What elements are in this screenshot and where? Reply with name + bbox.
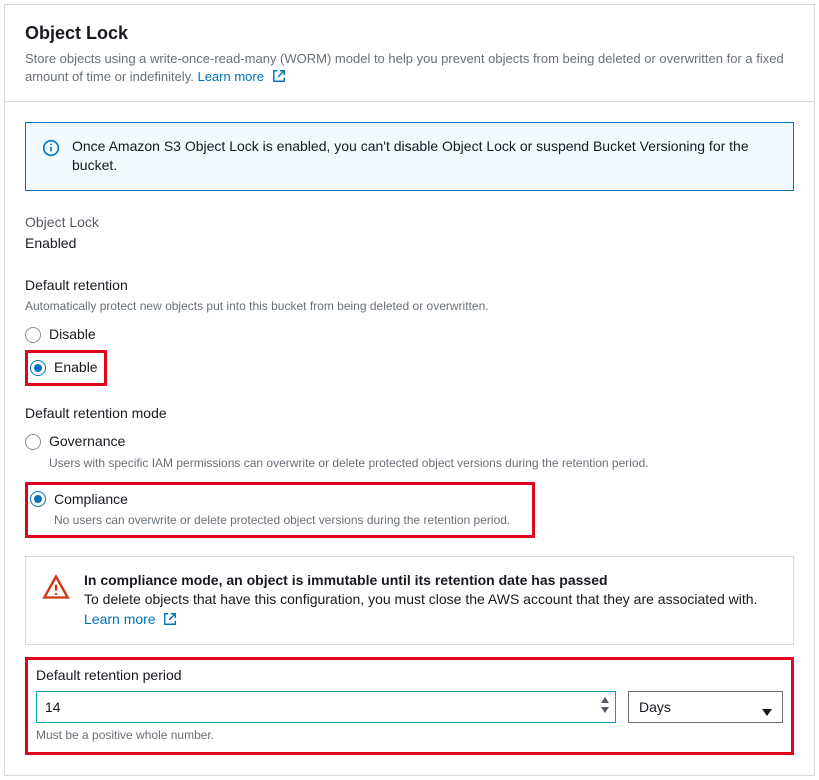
warning-icon xyxy=(42,573,70,601)
learn-more-link[interactable]: Learn more xyxy=(197,69,285,84)
retention-period-unit-value: Days xyxy=(639,699,671,715)
status-value: Enabled xyxy=(25,234,794,254)
radio-retention-disable[interactable]: Disable xyxy=(25,322,794,348)
highlight-retention-period: Default retention period Days Must be a … xyxy=(25,657,794,755)
retention-period-hint: Must be a positive whole number. xyxy=(36,727,783,744)
chevron-down-icon xyxy=(762,703,772,723)
retention-period-title: Default retention period xyxy=(36,666,783,686)
highlight-enable: Enable xyxy=(25,350,107,386)
radio-retention-enable[interactable]: Enable xyxy=(30,355,98,381)
retention-period-input-wrap xyxy=(36,691,616,723)
default-retention-title: Default retention xyxy=(25,276,794,296)
info-alert-text: Once Amazon S3 Object Lock is enabled, y… xyxy=(72,137,777,176)
radio-retention-disable-label: Disable xyxy=(49,325,96,345)
external-link-icon xyxy=(163,612,177,626)
page-title: Object Lock xyxy=(25,21,794,46)
radio-mode-governance-label: Governance xyxy=(49,432,125,452)
radio-mode-compliance[interactable]: Compliance xyxy=(30,487,528,513)
radio-icon xyxy=(25,434,41,450)
retention-period-row: Days xyxy=(36,691,783,723)
panel-description-text: Store objects using a write-once-read-ma… xyxy=(25,51,784,84)
radio-mode-compliance-desc: No users can overwrite or delete protect… xyxy=(54,512,528,529)
external-link-icon xyxy=(272,69,286,83)
radio-mode-compliance-label: Compliance xyxy=(54,490,128,510)
compliance-warning-title: In compliance mode, an object is immutab… xyxy=(84,571,777,591)
panel-header: Object Lock Store objects using a write-… xyxy=(5,5,814,102)
default-retention-group: Default retention Automatically protect … xyxy=(25,276,794,386)
radio-icon xyxy=(30,360,46,376)
radio-mode-governance[interactable]: Governance xyxy=(25,429,794,455)
warning-learn-more-link[interactable]: Learn more xyxy=(84,611,177,627)
info-alert: Once Amazon S3 Object Lock is enabled, y… xyxy=(25,122,794,191)
default-retention-hint: Automatically protect new objects put in… xyxy=(25,298,794,315)
retention-mode-title: Default retention mode xyxy=(25,404,794,424)
panel-description: Store objects using a write-once-read-ma… xyxy=(25,50,794,86)
retention-period-input[interactable] xyxy=(36,691,616,723)
highlight-compliance: Compliance No users can overwrite or del… xyxy=(25,482,535,538)
radio-mode-governance-desc: Users with specific IAM permissions can … xyxy=(49,455,699,472)
radio-icon xyxy=(30,491,46,507)
retention-mode-group: Default retention mode Governance Users … xyxy=(25,404,794,538)
radio-retention-enable-label: Enable xyxy=(54,358,98,378)
object-lock-panel: Object Lock Store objects using a write-… xyxy=(4,4,815,776)
radio-mode-governance-wrap: Governance Users with specific IAM permi… xyxy=(25,429,794,471)
info-icon xyxy=(42,139,60,157)
retention-period-unit-select[interactable]: Days xyxy=(628,691,783,723)
panel-body: Once Amazon S3 Object Lock is enabled, y… xyxy=(5,102,814,776)
radio-icon xyxy=(25,327,41,343)
compliance-warning-body: To delete objects that have this configu… xyxy=(84,590,777,629)
compliance-warning: In compliance mode, an object is immutab… xyxy=(25,556,794,645)
status-label: Object Lock xyxy=(25,213,794,233)
number-stepper-icon[interactable] xyxy=(600,695,610,718)
compliance-warning-content: In compliance mode, an object is immutab… xyxy=(84,571,777,630)
